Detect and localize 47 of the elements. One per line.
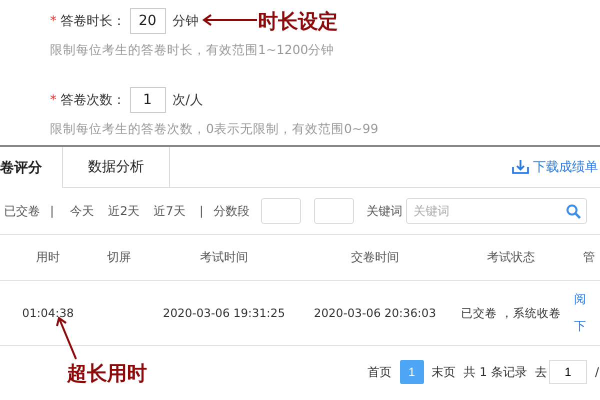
column-header: 切屏 [106, 249, 132, 266]
unit-label: 次/人 [172, 92, 203, 109]
date-range-option[interactable]: 近7天 [154, 202, 186, 220]
page-total-text: / [594, 365, 599, 379]
annotation-text: 超长用时 [67, 360, 147, 387]
column-header: 考试时间 [199, 249, 249, 266]
action-link[interactable]: 阅 [574, 291, 600, 308]
date-range-option[interactable]: 近2天 [108, 202, 140, 220]
setting-label: 答卷时长： [60, 13, 126, 30]
search-icon[interactable] [566, 204, 582, 219]
annotation-text: 时长设定 [258, 8, 338, 35]
date-range-option[interactable]: 今天 [70, 202, 94, 220]
arrow [55, 316, 79, 360]
score-min-field[interactable] [261, 198, 302, 224]
download-link[interactable]: 下载成绩单 [512, 147, 598, 187]
tab[interactable]: 卷评分 [0, 147, 63, 188]
column-header: 管 [582, 249, 596, 266]
column-header: 用时 [35, 249, 61, 266]
arrow [202, 13, 258, 27]
keyword-label: 关键词 [366, 202, 402, 220]
table-cell-text: 01:04:38 [21, 306, 75, 320]
keyword-search-field[interactable]: 关键词 [406, 198, 588, 224]
setting-label: 答卷次数： [60, 92, 126, 109]
unit-label: 分钟 [172, 13, 198, 30]
column-header: 考试状态 [486, 249, 536, 266]
separator: | [199, 204, 204, 218]
table-cell-text: 2020-03-06 19:31:25 [162, 306, 286, 320]
table-cell-text: 已交卷 ，系统收卷 [460, 306, 562, 320]
required-mark: * [50, 14, 56, 28]
page-field[interactable]: 1 [548, 360, 587, 384]
record-count: 共 1 条记录 [464, 364, 527, 380]
last-page-link[interactable]: 末页 [432, 364, 456, 380]
goto-label: 去 [534, 364, 547, 380]
hint-text: 限制每位考生的答卷次数，0表示无限制，有效范围0~99 [50, 121, 380, 138]
first-page-link[interactable]: 首页 [368, 364, 392, 380]
hint-text: 限制每位考生的答卷时长，有效范围1~1200分钟 [50, 42, 336, 59]
required-mark: * [50, 92, 56, 108]
column-header: 交卷时间 [350, 249, 400, 266]
table-cell-text: 2020-03-06 20:36:03 [312, 306, 438, 320]
number-field[interactable]: 20 [130, 8, 166, 34]
score-range-label: 分数段 [213, 202, 250, 220]
status-filter[interactable]: 已交卷 [4, 202, 40, 220]
number-field[interactable]: 1 [130, 87, 166, 113]
score-max-field[interactable] [314, 198, 354, 224]
download-icon [512, 159, 529, 175]
separator: | [50, 204, 54, 218]
action-link[interactable]: 下 [574, 318, 600, 335]
